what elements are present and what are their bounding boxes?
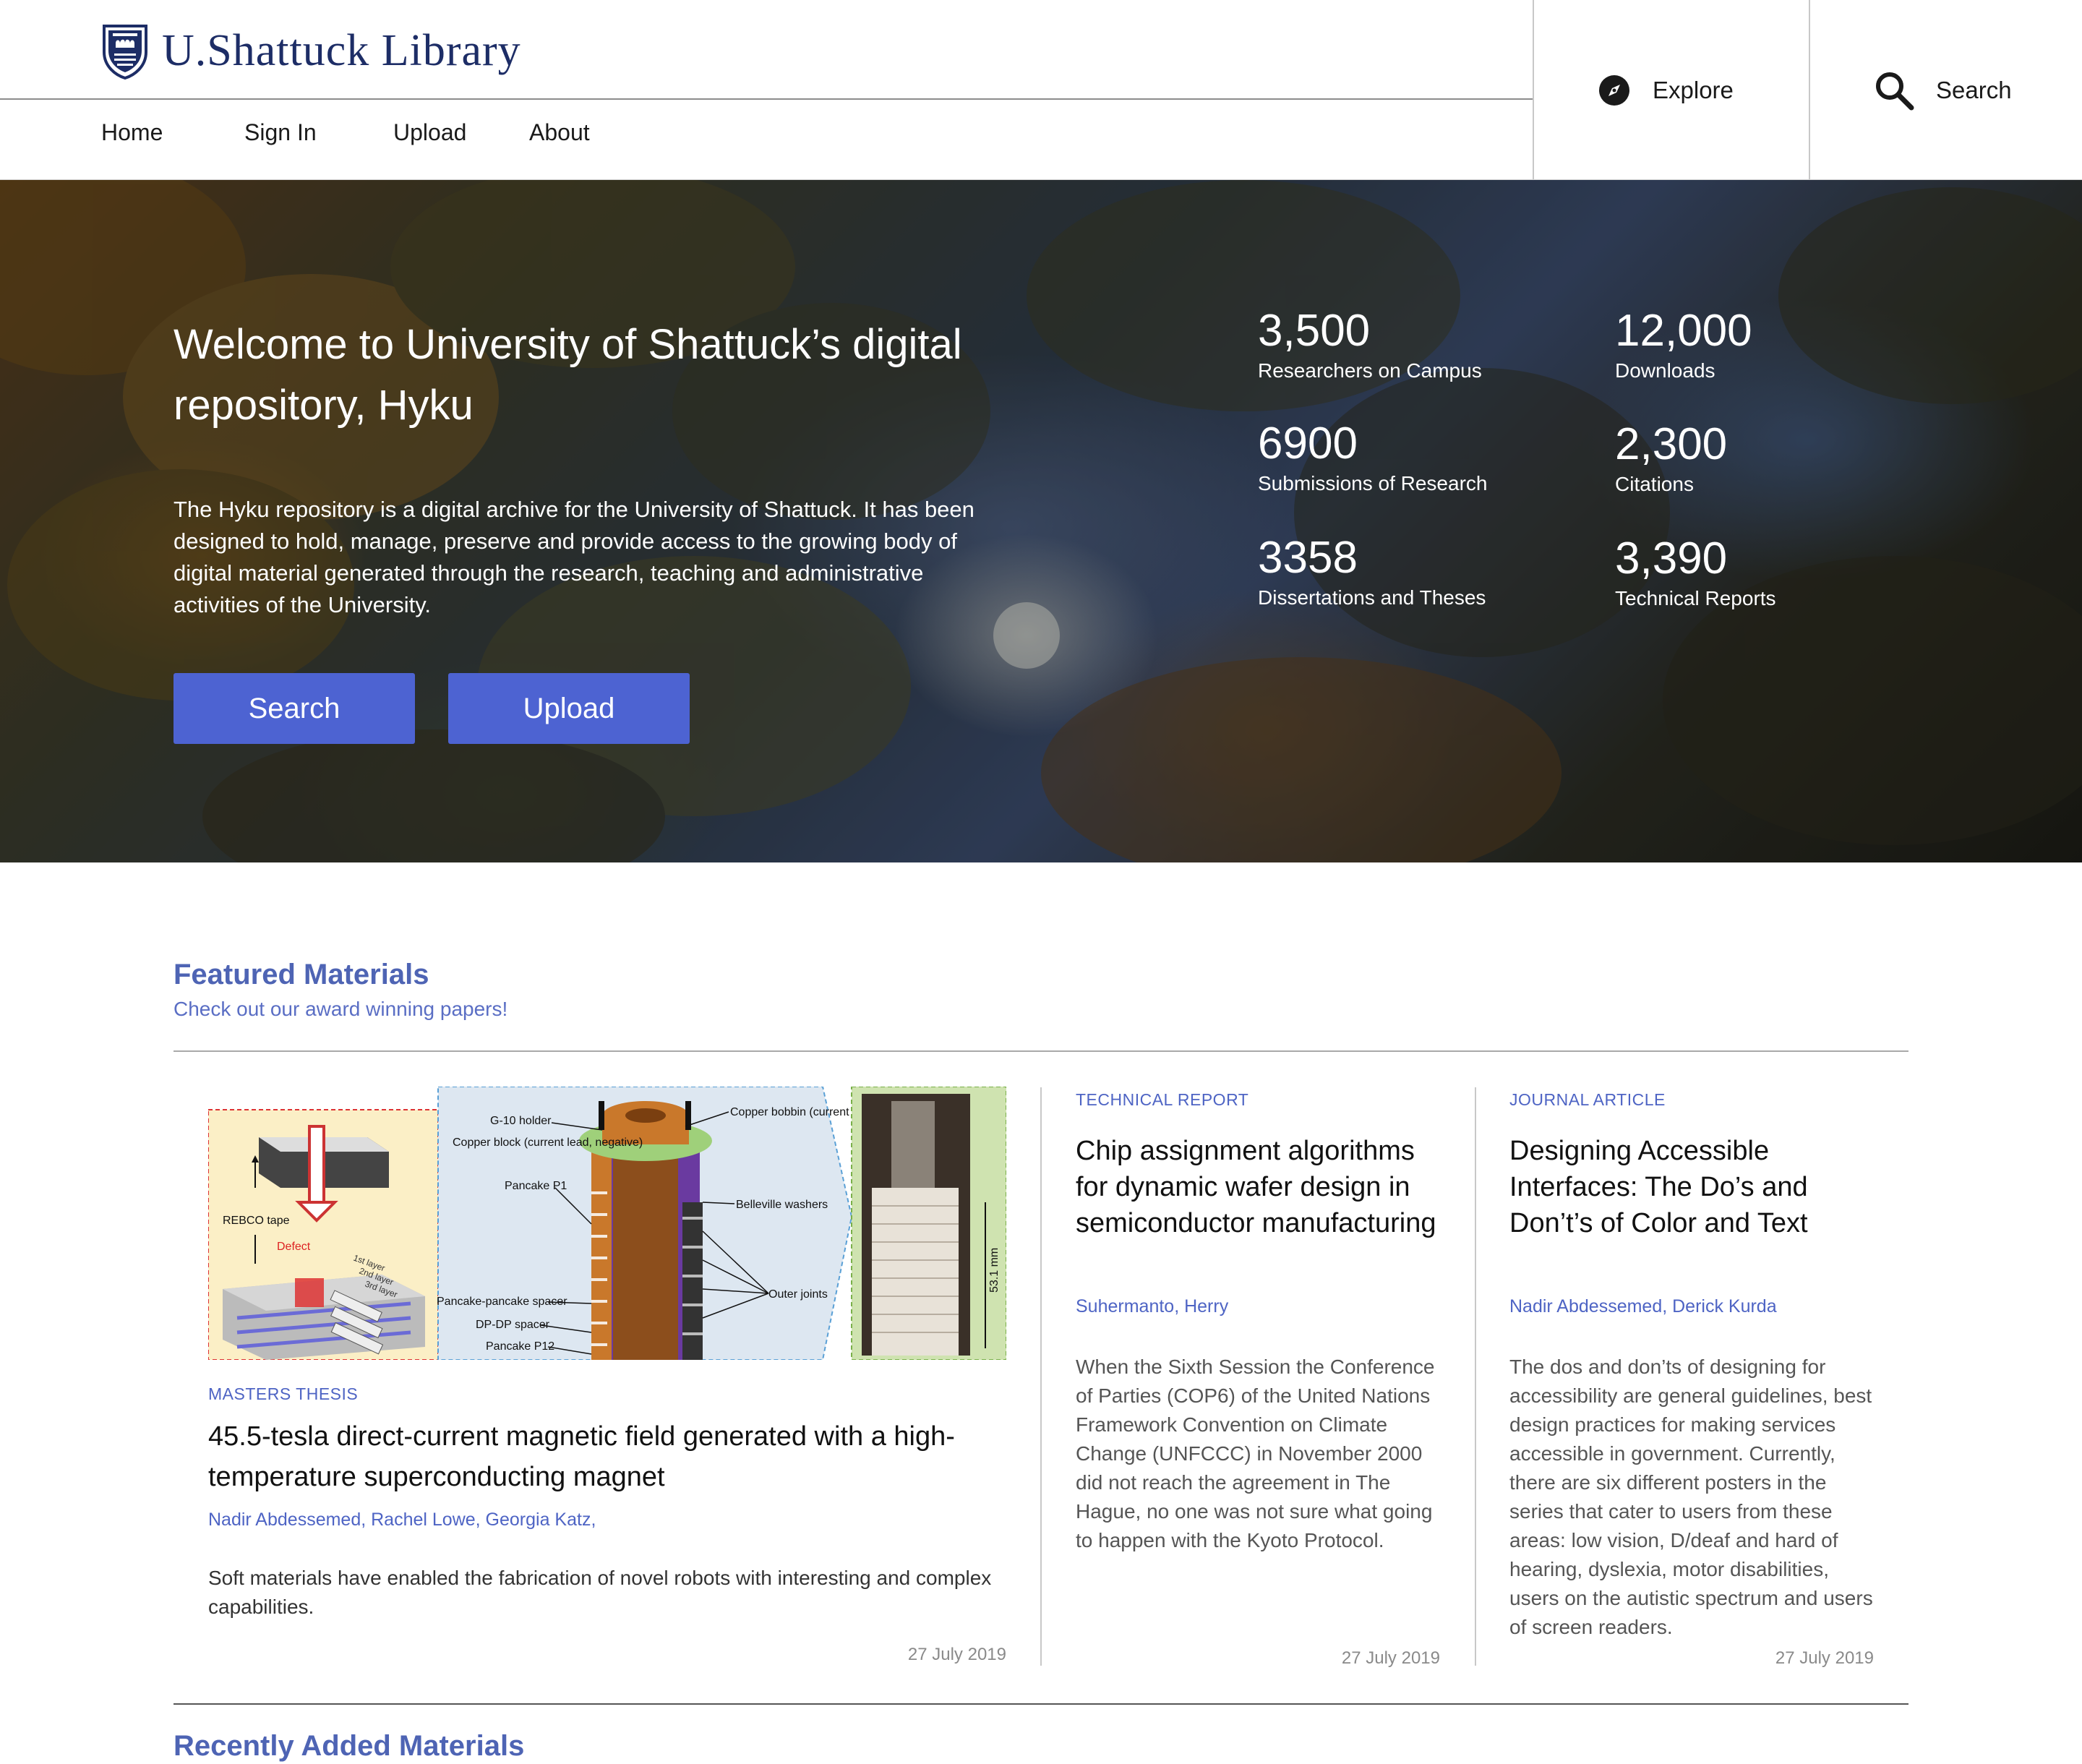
card-authors[interactable]: Suhermanto, Herry [1076,1296,1228,1317]
hero-title: Welcome to University of Shattuck’s digi… [174,321,962,429]
superconducting-magnet-figure: REBCO tape Defect 1st layer 2nd layer 3r… [208,1087,1006,1360]
card-date: 27 July 2019 [1341,1648,1440,1668]
nav-sign-in[interactable]: Sign In [244,119,393,146]
fig-label: 53.1 mm [988,1248,1001,1293]
fig-label: G-10 holder [490,1115,552,1127]
stat-technical-reports: 3,390 Technical Reports [1615,534,1776,612]
card-authors[interactable]: Nadir Abdessemed, Rachel Lowe, Georgia K… [208,1510,596,1530]
stat-value: 2,300 [1615,419,1728,469]
fig-label: REBCO tape [223,1215,290,1227]
card-type: MASTERS THESIS [208,1384,359,1403]
stat-label: Submissions of Research [1258,472,1488,494]
explore-label: Explore [1653,76,1734,103]
explore-button[interactable]: Explore [1533,0,1809,180]
fig-label: Belleville washers [736,1199,828,1211]
nav-upload[interactable]: Upload [393,119,529,146]
featured-top-divider [174,1050,1908,1052]
search-icon [1876,72,1914,110]
fig-label: Outer joints [768,1288,828,1301]
fig-label: Defect [277,1241,311,1253]
header-divider [0,98,1534,100]
card-divider [1475,1087,1476,1666]
search-label: Search [1936,76,2012,103]
header-search-button[interactable]: Search [1809,0,2082,180]
header-actions: Explore Search [1533,0,2082,180]
card-title[interactable]: Chip assignment algorithms for dynamic w… [1076,1133,1452,1241]
stat-dissertations: 3358 Dissertations and Theses [1258,533,1486,611]
card-title[interactable]: 45.5-tesla direct-current magnetic field… [208,1416,1011,1497]
hero-description: The Hyku repository is a digital archive… [174,497,974,617]
card-summary: When the Sixth Session the Conference of… [1076,1356,1435,1551]
fig-label: Pancake P12 [486,1340,554,1353]
card-date: 27 July 2019 [1775,1648,1874,1668]
hero-search-button[interactable]: Search [174,673,415,744]
main-nav: Home Sign In Upload About [101,119,616,146]
card-type: JOURNAL ARTICLE [1509,1090,1666,1109]
fig-label: DP-DP spacer [476,1319,550,1331]
stat-label: Dissertations and Theses [1258,586,1486,609]
stat-researchers: 3,500 Researchers on Campus [1258,306,1482,384]
stat-citations: 2,300 Citations [1615,419,1727,497]
brand[interactable]: U.Shattuck Library [101,20,521,81]
stat-value: 3,390 [1615,534,1728,583]
card-date: 27 July 2019 [907,1645,1006,1664]
nav-home[interactable]: Home [101,119,244,146]
nav-about[interactable]: About [529,119,616,146]
compass-icon [1599,74,1629,106]
featured-bottom-divider [174,1703,1908,1705]
card-summary: Soft materials have enabled the fabricat… [208,1567,992,1618]
stat-label: Citations [1615,473,1694,495]
recent-title: Recently Added Materials [174,1730,525,1762]
stat-value: 3,500 [1258,306,1371,356]
stat-label: Downloads [1615,359,1715,382]
stat-label: Technical Reports [1615,587,1776,609]
featured-subtitle: Check out our award winning papers! [174,998,508,1020]
stat-label: Researchers on Campus [1258,359,1482,382]
card-summary: The dos and don’ts of designing for acce… [1509,1356,1873,1638]
fig-label: Copper block (current lead, negative) [453,1136,643,1149]
featured-title: Featured Materials [174,959,429,990]
stat-downloads: 12,000 Downloads [1615,306,1752,384]
card-type: TECHNICAL REPORT [1076,1090,1249,1109]
stat-value: 3358 [1258,533,1358,583]
stat-value: 6900 [1258,419,1358,468]
hero-upload-button[interactable]: Upload [448,673,690,744]
site-header: U.Shattuck Library Home Sign In Upload A… [0,0,2082,180]
card-divider [1040,1087,1042,1666]
brand-name: U.Shattuck Library [162,25,521,75]
shield-crest-icon [103,25,147,80]
card-title[interactable]: Designing Accessible Interfaces: The Do’… [1509,1133,1885,1241]
card-authors[interactable]: Nadir Abdessemed, Derick Kurda [1509,1296,1777,1317]
hero-banner: Welcome to University of Shattuck’s digi… [0,180,2082,862]
stat-value: 12,000 [1615,306,1752,356]
stat-submissions: 6900 Submissions of Research [1258,419,1487,497]
